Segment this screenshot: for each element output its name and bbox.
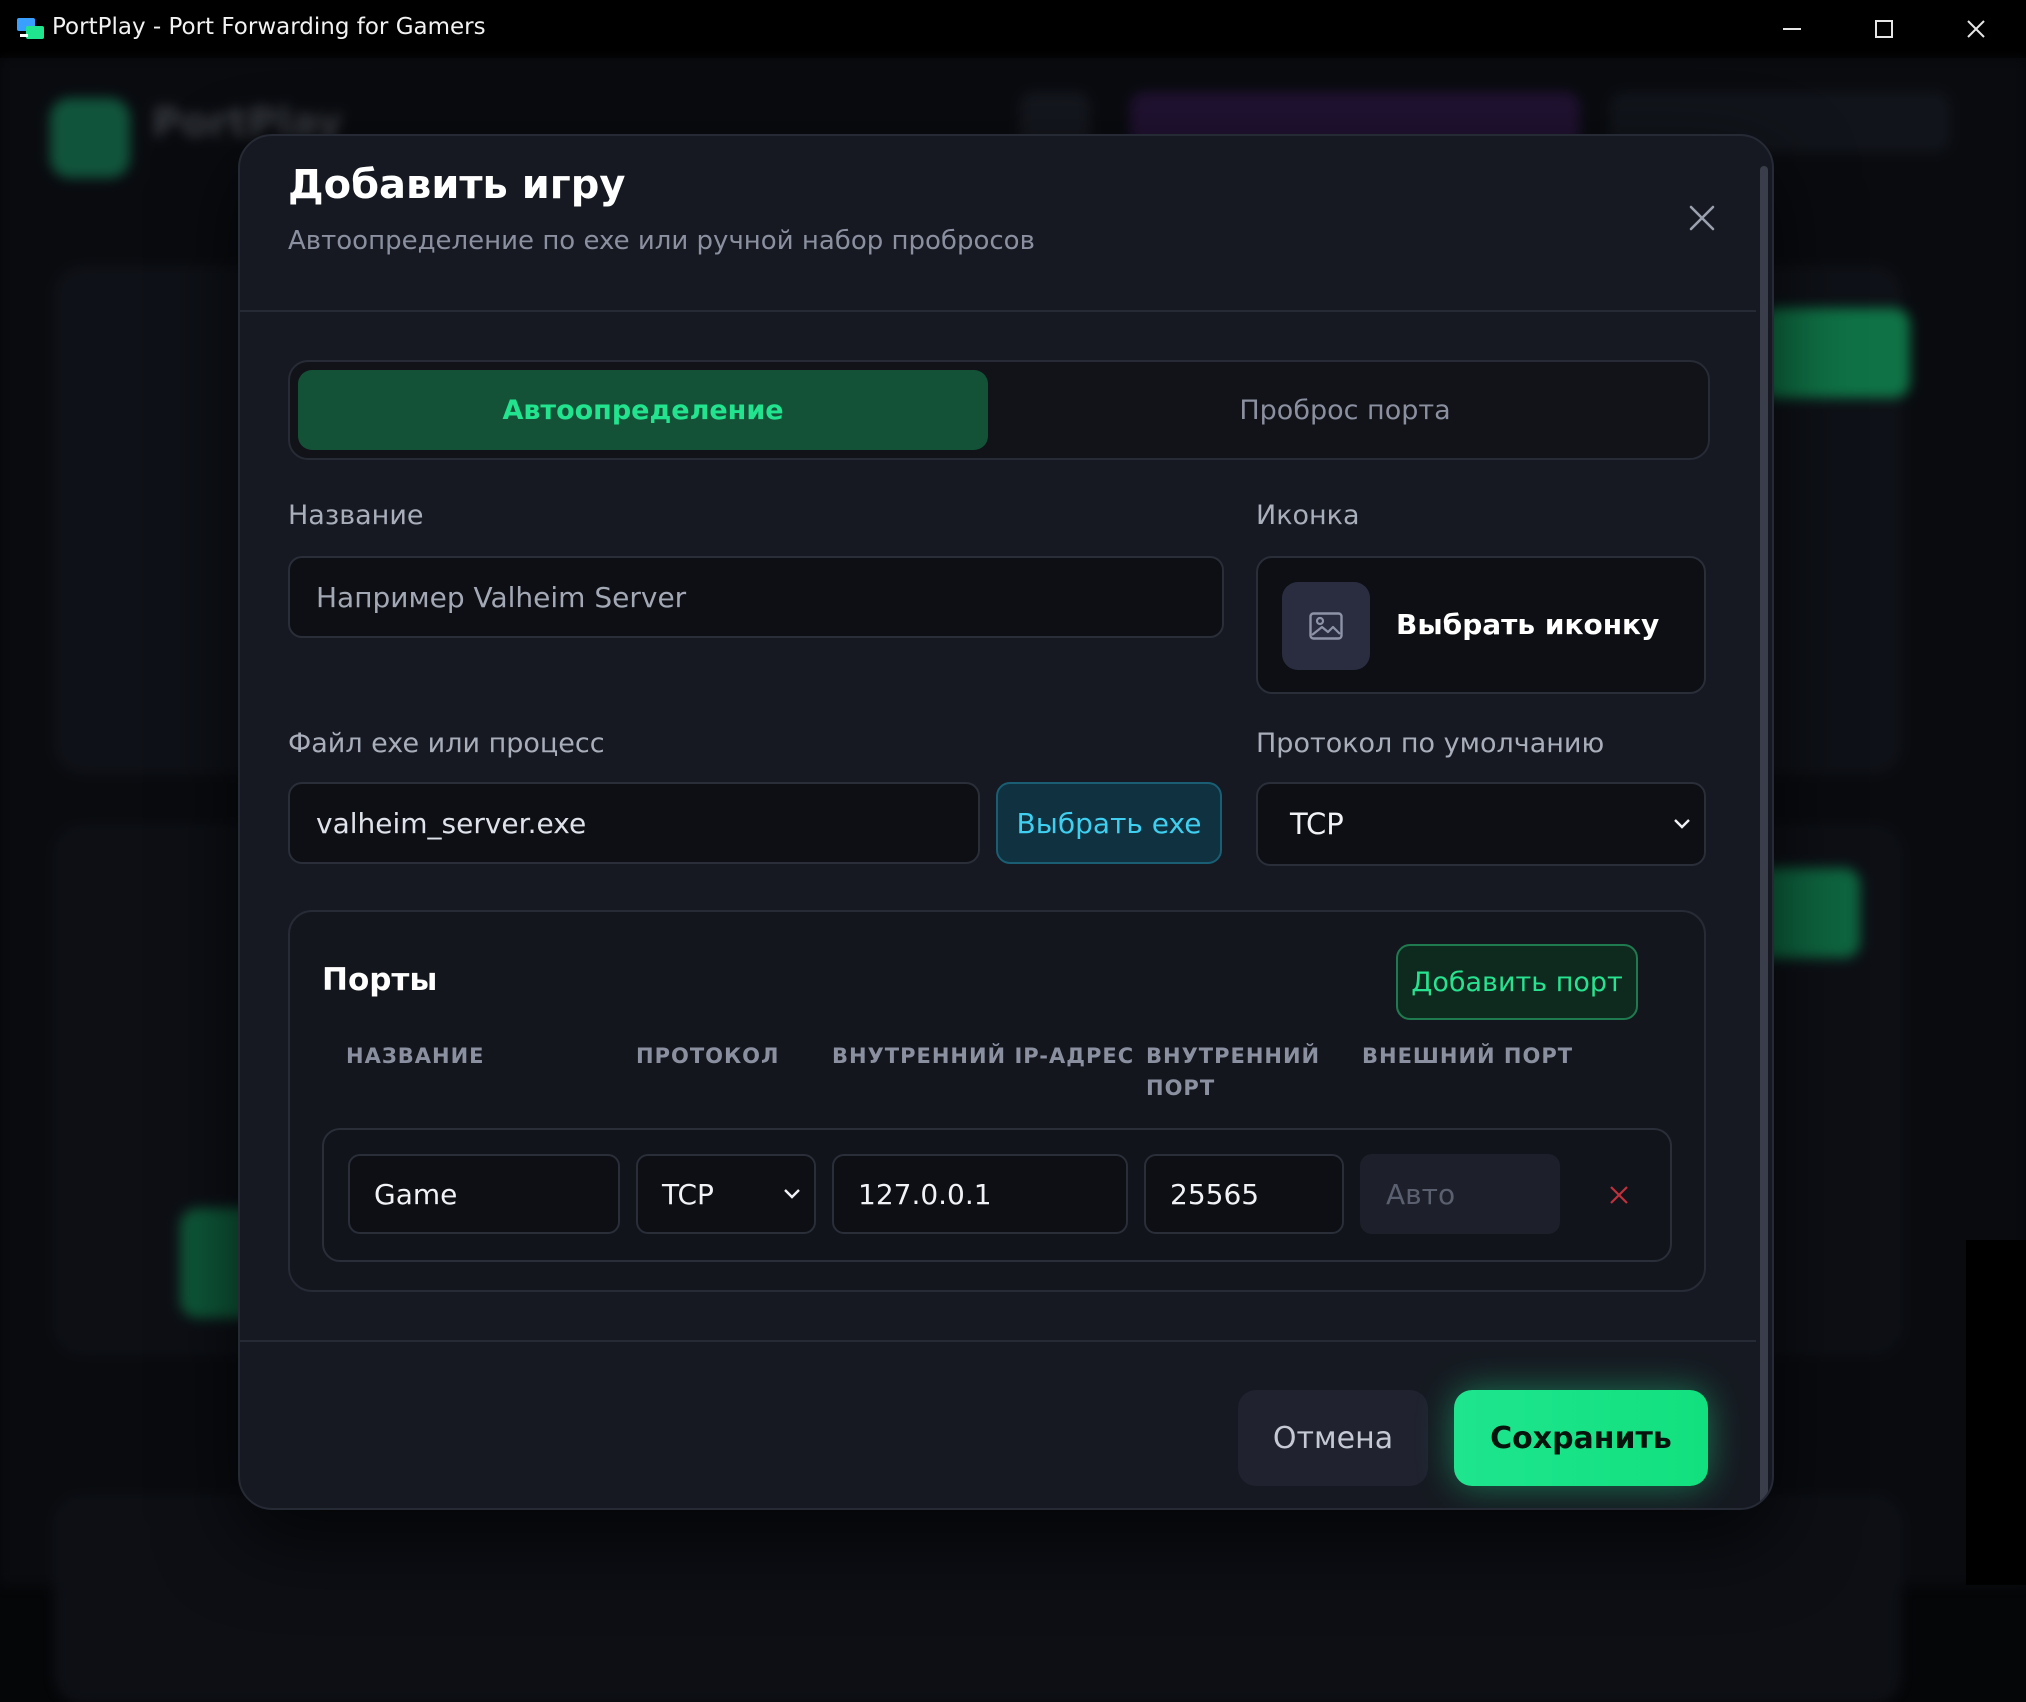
cancel-button[interactable]: Отмена — [1238, 1390, 1428, 1486]
column-header-name: НАЗВАНИЕ — [346, 1044, 485, 1068]
port-protocol-value: TCP — [662, 1177, 714, 1211]
name-label: Название — [288, 500, 424, 531]
add-game-dialog: Добавить игру Автоопределение по exe или… — [238, 134, 1774, 1510]
column-header-external-port: ВНЕШНИЙ ПОРТ — [1362, 1044, 1574, 1068]
port-internal-port-input[interactable]: 25565 — [1144, 1154, 1344, 1234]
protocol-label: Протокол по умолчанию — [1256, 728, 1605, 759]
column-header-internal-port: ВНУТРЕННИЙ ПОРТ — [1146, 1044, 1321, 1100]
maximize-button[interactable] — [1838, 0, 1930, 58]
choose-icon-label: Выбрать иконку — [1396, 608, 1660, 641]
ports-title: Порты — [322, 962, 438, 998]
chevron-down-icon — [784, 1189, 800, 1199]
ports-panel: Порты Добавить порт НАЗВАНИЕ ПРОТОКОЛ ВН… — [288, 910, 1706, 1292]
delete-row-icon[interactable] — [1604, 1180, 1634, 1210]
app-logo — [50, 98, 130, 178]
exe-input[interactable]: valheim_server.exe — [288, 782, 980, 864]
column-header-protocol: ПРОТОКОЛ — [636, 1044, 780, 1068]
image-icon — [1282, 582, 1370, 670]
choose-icon-button[interactable]: Выбрать иконку — [1256, 556, 1706, 694]
exe-label: Файл exe или процесс — [288, 728, 605, 759]
divider — [240, 310, 1756, 312]
port-name-input[interactable]: Game — [348, 1154, 620, 1234]
tab-port-forward[interactable]: Проброс порта — [990, 370, 1700, 450]
window-titlebar: PortPlay - Port Forwarding for Gamers — [0, 0, 2026, 58]
column-header-internal-ip: ВНУТРЕННИЙ IP-АДРЕС — [832, 1044, 1135, 1068]
window-close-button[interactable] — [1930, 0, 2022, 58]
background-card — [56, 1498, 1900, 1702]
corner-overlay — [1966, 1240, 2026, 1585]
minimize-button[interactable] — [1746, 0, 1838, 58]
divider — [240, 1340, 1756, 1342]
dialog-scrollbar[interactable] — [1760, 166, 1768, 1506]
default-protocol-value: TCP — [1290, 807, 1344, 841]
add-port-button[interactable]: Добавить порт — [1396, 944, 1638, 1020]
background-accent-button — [1760, 308, 1910, 398]
default-protocol-select[interactable]: TCP — [1256, 782, 1706, 866]
dialog-title: Добавить игру — [288, 162, 626, 208]
choose-exe-button[interactable]: Выбрать exe — [996, 782, 1222, 864]
icon-label: Иконка — [1256, 500, 1360, 531]
mode-tabs: Автоопределение Проброс порта — [288, 360, 1710, 460]
save-button[interactable]: Сохранить — [1454, 1390, 1708, 1486]
dialog-subtitle: Автоопределение по exe или ручной набор … — [288, 226, 1035, 256]
name-input[interactable]: Например Valheim Server — [288, 556, 1224, 638]
table-row: Game TCP 127.0.0.1 25565 Авто — [322, 1128, 1672, 1262]
window-title: PortPlay - Port Forwarding for Gamers — [52, 14, 486, 40]
port-external-port-input[interactable]: Авто — [1360, 1154, 1560, 1234]
tab-autodetect[interactable]: Автоопределение — [298, 370, 988, 450]
port-protocol-select[interactable]: TCP — [636, 1154, 816, 1234]
dialog-close-icon[interactable] — [1680, 196, 1724, 240]
chevron-down-icon — [1674, 819, 1690, 829]
port-internal-ip-input[interactable]: 127.0.0.1 — [832, 1154, 1128, 1234]
app-icon — [16, 16, 46, 42]
